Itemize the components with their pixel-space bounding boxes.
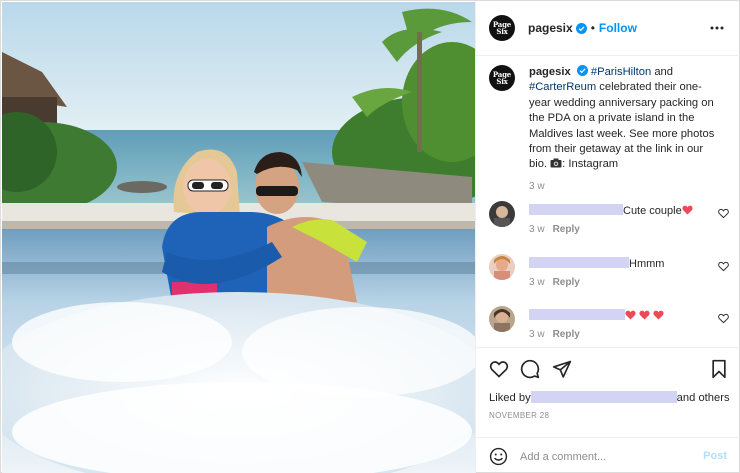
heart-icon[interactable] (718, 261, 729, 272)
commenter-avatar[interactable] (489, 254, 515, 280)
red-heart-icon (625, 310, 636, 320)
hashtag-link[interactable]: #CarterReum (529, 81, 596, 93)
redacted-username (529, 309, 625, 320)
comment-input[interactable] (520, 447, 690, 466)
caption-timestamp: 3 w (529, 180, 545, 192)
post-photo[interactable] (2, 2, 475, 473)
comment-meta: 3 w Reply (529, 224, 580, 235)
reply-button[interactable]: Reply (553, 224, 580, 235)
reply-button[interactable]: Reply (553, 329, 580, 340)
emoji-icon[interactable] (489, 447, 508, 466)
avatar-logo-text: Page Six (492, 20, 512, 36)
comment-timestamp: 3 w (529, 277, 545, 288)
avatar-logo-text: Page Six (492, 70, 512, 86)
caption-body: pagesix #ParisHilton and #CarterReum cel… (529, 65, 719, 194)
comment-timestamp: 3 w (529, 224, 545, 235)
comment-text: Cute couple (529, 204, 693, 217)
save-icon[interactable] (709, 359, 729, 379)
comment-text (529, 309, 664, 322)
post-header: Page Six pagesix • Follow (476, 1, 740, 56)
caption-avatar[interactable]: Page Six (489, 65, 515, 91)
red-heart-icon (653, 310, 664, 320)
account-avatar[interactable]: Page Six (489, 15, 515, 41)
heart-icon[interactable] (718, 208, 729, 219)
post-details-panel: Page Six pagesix • Follow Page Six pages… (475, 1, 740, 473)
post-actions: Liked by and others NOVEMBER 28 (476, 347, 740, 435)
comment-body: Hmmm (629, 258, 665, 270)
likes-prefix: Liked by (489, 392, 531, 404)
comment-timestamp: 3 w (529, 329, 545, 340)
caption-username[interactable]: pagesix (529, 66, 571, 78)
commenter-avatar[interactable] (489, 306, 515, 332)
redacted-username (529, 257, 629, 268)
comment-text: Hmmm (529, 257, 664, 270)
verified-badge-icon (575, 22, 587, 34)
heart-icon[interactable] (718, 313, 729, 324)
likes-summary: Liked by and others (489, 391, 730, 404)
add-comment-bar: Post (476, 437, 740, 473)
hashtag-link[interactable]: #ParisHilton (591, 66, 651, 78)
post-comment-button[interactable]: Post (703, 450, 727, 462)
caption-text: and (651, 66, 673, 78)
comment-item: Cute couple 3 w Reply (489, 201, 734, 241)
more-options-icon[interactable] (709, 20, 725, 36)
comment-icon[interactable] (520, 359, 540, 379)
red-heart-icon (639, 310, 650, 320)
post-date: NOVEMBER 28 (489, 411, 550, 420)
verified-badge-icon (576, 65, 588, 76)
redacted-liker[interactable] (530, 391, 677, 403)
likes-suffix[interactable]: and others (677, 392, 730, 404)
instagram-post: Page Six pagesix • Follow Page Six pages… (0, 0, 740, 473)
camera-icon (550, 158, 562, 168)
redacted-username (529, 204, 623, 215)
heart-icon[interactable] (489, 359, 509, 379)
post-caption: Page Six pagesix #ParisHilton and #Carte… (489, 65, 734, 194)
share-icon[interactable] (552, 359, 572, 379)
red-heart-icon (682, 205, 693, 215)
account-username[interactable]: pagesix (528, 21, 573, 35)
reply-button[interactable]: Reply (553, 277, 580, 288)
follow-button[interactable]: Follow (599, 21, 637, 35)
comment-item: 3 w Reply (489, 306, 734, 346)
caption-text: celebrated their one-year wedding annive… (529, 81, 715, 171)
caption-credit: : Instagram (562, 158, 619, 171)
comment-body: Cute couple (623, 205, 682, 217)
comment-meta: 3 w Reply (529, 277, 580, 288)
comment-meta: 3 w Reply (529, 329, 580, 340)
comment-item: Hmmm 3 w Reply (489, 254, 734, 294)
header-separator: • (590, 21, 595, 35)
commenter-avatar[interactable] (489, 201, 515, 227)
